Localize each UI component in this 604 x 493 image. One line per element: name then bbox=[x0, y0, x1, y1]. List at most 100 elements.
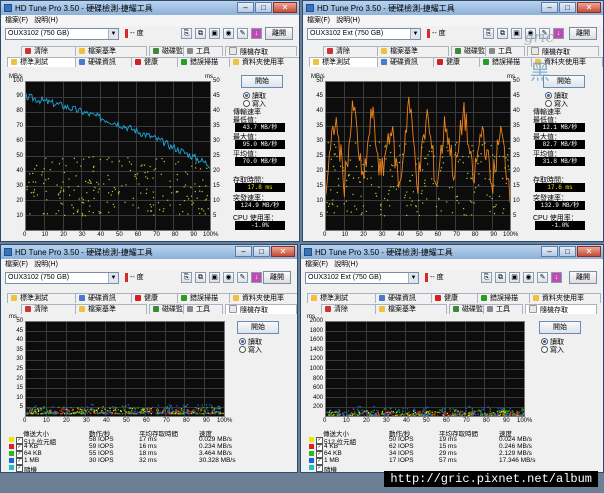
series-checkbox[interactable]: ✓ bbox=[16, 465, 23, 472]
copy-info-icon[interactable]: ⎘ bbox=[481, 272, 492, 283]
menu-file[interactable]: 檔案(F) bbox=[305, 259, 328, 270]
camera-icon[interactable]: ◉ bbox=[223, 28, 234, 39]
minimize-button[interactable]: – bbox=[235, 246, 252, 257]
tab-random-access[interactable]: 隨機存取 bbox=[225, 304, 297, 314]
menu-help[interactable]: 說明(H) bbox=[34, 259, 58, 270]
tab-benchmark[interactable]: 標準測試 bbox=[307, 293, 379, 303]
copy-info-icon[interactable]: ⎘ bbox=[181, 272, 192, 283]
title-bar[interactable]: HD Tune Pro 3.50 - 硬碟檢測-捷耀工具 – □ ✕ bbox=[301, 245, 603, 260]
options-icon[interactable]: ✎ bbox=[537, 272, 548, 283]
access-time-point bbox=[155, 158, 158, 160]
series-checkbox[interactable]: ✓ bbox=[316, 465, 323, 472]
start-button[interactable]: 開始 bbox=[539, 321, 581, 334]
tab-tools[interactable]: 工具 bbox=[183, 304, 223, 314]
tab-file-benchmark[interactable]: 檔案基準 bbox=[375, 304, 447, 314]
maximize-button[interactable]: □ bbox=[255, 2, 272, 13]
access-point bbox=[110, 413, 112, 415]
access-point bbox=[408, 411, 411, 413]
close-button[interactable]: ✕ bbox=[577, 246, 601, 257]
save-icon[interactable]: ▣ bbox=[209, 272, 220, 283]
radio-write[interactable]: 寫入 bbox=[541, 345, 564, 355]
left-axis-tick-label: 1000 bbox=[309, 366, 323, 372]
access-time-point bbox=[56, 184, 58, 186]
drive-select[interactable]: OUX3102 Ext (750 GB) ▼ bbox=[305, 272, 419, 284]
tab-benchmark[interactable]: 標準測試 bbox=[7, 293, 79, 303]
minimize-button[interactable]: – bbox=[541, 246, 558, 257]
copy-screenshot-icon[interactable]: ⧉ bbox=[495, 272, 506, 283]
radio-write[interactable]: 寫入 bbox=[239, 345, 262, 355]
access-point bbox=[334, 410, 337, 412]
x-axis-tick-label: 0 bbox=[23, 232, 27, 238]
maximize-button[interactable]: □ bbox=[253, 246, 270, 257]
tab-file-benchmark[interactable]: 檔案基準 bbox=[377, 46, 449, 56]
access-point bbox=[489, 413, 491, 416]
access-point bbox=[185, 405, 187, 407]
start-button[interactable]: 開始 bbox=[237, 321, 279, 334]
watermark-stamp: gric 黑 bbox=[518, 28, 566, 98]
tab-folder-usage[interactable]: 資料夾使用率 bbox=[229, 293, 297, 303]
title-bar[interactable]: HD Tune Pro 3.50 - 硬碟檢測-捷耀工具 – □ ✕ bbox=[303, 1, 603, 16]
access-time-point bbox=[36, 194, 39, 196]
download-icon[interactable]: ↓ bbox=[251, 28, 262, 39]
tab-label: 隨機存取 bbox=[240, 307, 268, 314]
menu-file[interactable]: 檔案(F) bbox=[5, 259, 28, 270]
download-icon[interactable]: ↓ bbox=[251, 272, 262, 283]
close-button[interactable]: ✕ bbox=[271, 246, 295, 257]
drive-select[interactable]: OUX3102 Ext (750 GB) ▼ bbox=[307, 28, 421, 40]
table-row: ✓ 隨機 bbox=[9, 464, 279, 472]
close-button[interactable]: ✕ bbox=[577, 2, 601, 13]
tab-benchmark[interactable]: 標準測試 bbox=[309, 57, 381, 67]
minimize-button[interactable]: – bbox=[237, 2, 254, 13]
download-icon[interactable]: ↓ bbox=[551, 272, 562, 283]
options-icon[interactable]: ✎ bbox=[237, 28, 248, 39]
title-bar[interactable]: HD Tune Pro 3.50 - 硬碟檢測-捷耀工具 – □ ✕ bbox=[1, 1, 299, 16]
title-bar[interactable]: HD Tune Pro 3.50 - 硬碟檢測-捷耀工具 – □ ✕ bbox=[1, 245, 297, 260]
copy-info-icon[interactable]: ⎘ bbox=[181, 28, 192, 39]
tab-tools[interactable]: 工具 bbox=[483, 304, 523, 314]
menu-file[interactable]: 檔案(F) bbox=[5, 15, 28, 26]
copy-screenshot-icon[interactable]: ⧉ bbox=[497, 28, 508, 39]
menu-help[interactable]: 說明(H) bbox=[334, 259, 358, 270]
exit-button[interactable]: 離開 bbox=[265, 27, 293, 40]
access-point bbox=[93, 412, 95, 414]
access-point bbox=[47, 411, 50, 414]
save-icon[interactable]: ▣ bbox=[209, 28, 220, 39]
copy-info-icon[interactable]: ⎘ bbox=[483, 28, 494, 39]
access-point bbox=[203, 412, 205, 415]
options-icon[interactable]: ✎ bbox=[237, 272, 248, 283]
exit-button[interactable]: 離開 bbox=[263, 271, 291, 284]
drive-select[interactable]: OUX3102 (750 GB) ▼ bbox=[5, 272, 119, 284]
save-icon[interactable]: ▣ bbox=[509, 272, 520, 283]
menu-file[interactable]: 檔案(F) bbox=[307, 15, 330, 26]
tab-file-benchmark[interactable]: 檔案基準 bbox=[75, 304, 147, 314]
minimize-button[interactable]: – bbox=[541, 2, 558, 13]
thermometer-icon bbox=[125, 28, 128, 38]
tab-benchmark[interactable]: 標準測試 bbox=[7, 57, 79, 67]
exit-button[interactable]: 離開 bbox=[569, 27, 597, 40]
camera-icon[interactable]: ◉ bbox=[523, 272, 534, 283]
tab-folder-usage[interactable]: 資料夾使用率 bbox=[229, 57, 299, 67]
maximize-button[interactable]: □ bbox=[559, 246, 576, 257]
menu-help[interactable]: 說明(H) bbox=[336, 15, 360, 26]
access-point bbox=[50, 410, 52, 413]
menu-help[interactable]: 說明(H) bbox=[34, 15, 58, 26]
tab-file-benchmark[interactable]: 檔案基準 bbox=[75, 46, 147, 56]
tab-folder-usage[interactable]: 資料夾使用率 bbox=[529, 293, 601, 303]
x-axis-tick-label: 80 bbox=[471, 232, 479, 238]
maximize-button[interactable]: □ bbox=[559, 2, 576, 13]
tab-random-access[interactable]: 隨機存取 bbox=[525, 304, 597, 314]
access-point bbox=[209, 413, 211, 415]
close-button[interactable]: ✕ bbox=[273, 2, 297, 13]
drive-select[interactable]: OUX3102 (750 GB) ▼ bbox=[5, 28, 119, 40]
camera-icon[interactable]: ◉ bbox=[223, 272, 234, 283]
start-button[interactable]: 開始 bbox=[241, 75, 283, 88]
access-time-point bbox=[43, 168, 45, 170]
copy-screenshot-icon[interactable]: ⧉ bbox=[195, 272, 206, 283]
tab-random-access[interactable]: 隨機存取 bbox=[225, 46, 297, 56]
exit-button[interactable]: 離開 bbox=[569, 271, 597, 284]
access-time-point bbox=[389, 205, 391, 207]
access-point bbox=[492, 414, 494, 416]
access-time-point bbox=[411, 174, 413, 176]
copy-screenshot-icon[interactable]: ⧉ bbox=[195, 28, 206, 39]
tab-tools[interactable]: 工具 bbox=[183, 46, 223, 56]
